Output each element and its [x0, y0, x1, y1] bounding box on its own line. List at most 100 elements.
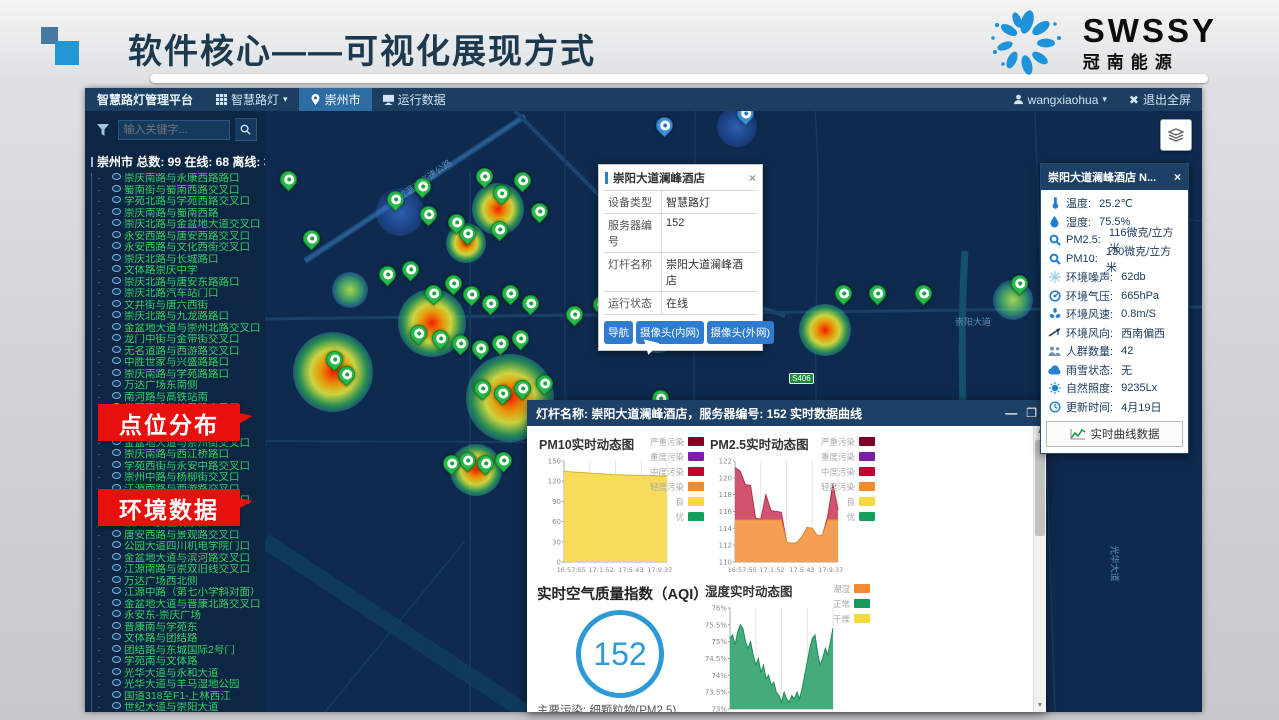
close-icon[interactable]: ×: [1174, 170, 1181, 184]
sidebar-item[interactable]: 晋康南与学苑东: [98, 622, 265, 634]
sidebar-item[interactable]: 崇庆南路与学苑路路口: [98, 369, 265, 381]
aqi-title: 实时空气质量指数（AQI）: [537, 583, 703, 604]
nav-item-0[interactable]: 智慧路灯▾: [205, 88, 299, 111]
sidebar-item[interactable]: 永安西路与文化西街交叉口: [98, 242, 265, 254]
legend-item: 中度污染: [821, 464, 875, 479]
minimize-icon[interactable]: —: [1005, 406, 1017, 420]
sidebar-item[interactable]: 永安东-崇庆广场: [98, 610, 265, 622]
chevron-down-icon: ▾: [1102, 94, 1107, 105]
sidebar-item-label: 永安西路与唐安西路交叉口: [124, 231, 250, 242]
sidebar-item[interactable]: 万达广场东南侧: [98, 380, 265, 392]
sidebar-item[interactable]: 光华大道与羊马湿地公园: [98, 679, 265, 691]
sidebar-item[interactable]: 崇庆南路与西江桥路口: [98, 449, 265, 461]
sidebar-item[interactable]: 南河路与高铁站南: [98, 392, 265, 404]
sidebar-item[interactable]: 文体路崇庆中学: [98, 265, 265, 277]
device-node-icon: [112, 380, 121, 387]
search-input[interactable]: [118, 120, 230, 140]
svg-text:17:9:37: 17:9:37: [647, 566, 672, 574]
env-label: PM2.5:: [1066, 234, 1104, 246]
legend-item: 优: [821, 509, 875, 524]
sidebar-item[interactable]: 崇庆北路与金盆地大道交叉口: [98, 219, 265, 231]
device-node-icon: [112, 173, 121, 180]
sidebar-item[interactable]: 崇庆北路与唐安东路路口: [98, 277, 265, 289]
env-value: 42: [1121, 345, 1133, 357]
svg-text:17:5:43: 17:5:43: [789, 566, 814, 574]
people-icon: [1048, 345, 1061, 358]
callout-point-distribution: 点位分布: [98, 404, 240, 441]
exit-fullscreen-icon: ✖: [1129, 93, 1139, 107]
sidebar-item[interactable]: 江源南路与崇双旧线交叉口: [98, 564, 265, 576]
pm-icon: [1048, 234, 1061, 247]
svg-text:16:57:55: 16:57:55: [557, 566, 586, 574]
device-node-icon: [112, 242, 121, 249]
tree-root-node[interactable]: 崇州市 总数: 99 在线: 68 离线: 31: [85, 147, 265, 173]
sidebar-item[interactable]: 崇州中路与杨柳街交叉口: [98, 472, 265, 484]
popup-scrollbar[interactable]: ▲ ▼: [1033, 426, 1046, 712]
device-popup-title: 崇阳大道澜峰酒店: [613, 170, 705, 186]
sun-icon: [1048, 382, 1061, 395]
svg-text:112: 112: [719, 542, 732, 550]
sidebar-item[interactable]: 崇庆北路与九龙路路口: [98, 311, 265, 323]
sidebar-item-label: 永安东-崇庆广场: [124, 610, 201, 621]
environment-panel: 崇阳大道澜峰酒店 N... × 温度: 25.2℃湿度: 75.5%PM2.5:…: [1040, 163, 1189, 454]
sidebar-item[interactable]: 公园大道四川机电学院门口: [98, 541, 265, 553]
exit-fullscreen-button[interactable]: ✖ 退出全屏: [1118, 91, 1202, 108]
sidebar-item[interactable]: 崇庆北路与长城路口: [98, 254, 265, 266]
camera-external-button[interactable]: 摄像头(外网): [707, 321, 775, 344]
filter-icon[interactable]: [93, 120, 113, 140]
sidebar-item[interactable]: 学苑西街与永安中路交叉口: [98, 461, 265, 473]
nav-item-2[interactable]: 运行数据: [372, 88, 457, 111]
sidebar-item[interactable]: 金盆地大道与晋康北路交叉口: [98, 599, 265, 611]
sidebar-item[interactable]: 崇庆南路与永康西路路口: [98, 173, 265, 185]
map-layers-button[interactable]: [1160, 119, 1192, 151]
sidebar-item[interactable]: 崇庆南路与蜀南西路: [98, 208, 265, 220]
env-value: 25.2℃: [1099, 197, 1133, 210]
sidebar-item[interactable]: 金盆地大道与崇州北路交叉口: [98, 323, 265, 335]
sidebar-item[interactable]: 团结路与东城国际2号门: [98, 645, 265, 657]
sidebar-item-label: 金盆地大道与崇州北路交叉口: [124, 323, 261, 334]
sidebar-item[interactable]: 文体路与团结路: [98, 633, 265, 645]
nav-item-1[interactable]: 崇州市: [299, 88, 372, 111]
sidebar-item[interactable]: 永安西路与唐安西路交叉口: [98, 231, 265, 243]
svg-text:114: 114: [719, 525, 733, 533]
sidebar-item[interactable]: 文井街与唐六西街: [98, 300, 265, 312]
device-node-icon: [112, 219, 121, 226]
sidebar-item[interactable]: 崇庆北路汽车站门口: [98, 288, 265, 300]
wind-direction-icon: [1048, 326, 1061, 339]
sidebar-item[interactable]: 唐安西路与景观路交叉口: [98, 530, 265, 542]
sidebar-item[interactable]: 无名道路与西游路交叉口: [98, 346, 265, 358]
sidebar-item[interactable]: 金盆地大道与滨河路交叉口: [98, 553, 265, 565]
collapse-icon[interactable]: [91, 157, 93, 167]
sidebar-item[interactable]: 龙门中街与金带街交叉口: [98, 334, 265, 346]
scrollbar-thumb[interactable]: [1035, 440, 1045, 536]
sidebar-item[interactable]: 万达广场西北侧: [98, 576, 265, 588]
sidebar-item[interactable]: 世纪大道与崇阳大道: [98, 702, 265, 712]
svg-text:122: 122: [719, 458, 732, 466]
sidebar-item[interactable]: 学苑北路与学苑西路交叉口: [98, 196, 265, 208]
top-navbar: 智慧路灯管理平台 智慧路灯▾崇州市运行数据 wangxiaohua ▾ ✖ 退出…: [85, 88, 1202, 111]
restore-icon[interactable]: ❐: [1026, 406, 1037, 420]
realtime-curve-button[interactable]: 实时曲线数据: [1046, 421, 1183, 447]
env-label: 温度:: [1066, 195, 1094, 211]
sidebar-item[interactable]: 光华大道与永和大道: [98, 668, 265, 680]
env-value: 4月19日: [1121, 399, 1161, 415]
sidebar-item[interactable]: 江源中路（第七小学斜对面）: [98, 587, 265, 599]
sidebar-item-label: 南河路与高铁站南: [124, 392, 208, 403]
scroll-down-arrow[interactable]: ▼: [1034, 700, 1046, 712]
env-label: 雨雪状态:: [1066, 362, 1116, 378]
device-node-icon: [112, 334, 121, 341]
search-icon[interactable]: [235, 118, 257, 141]
environment-row: 更新时间: 4月19日: [1041, 398, 1188, 417]
sidebar-item[interactable]: 蜀南街与蜀南西路交叉口: [98, 185, 265, 197]
env-label: 人群数量:: [1066, 343, 1116, 359]
svg-text:60: 60: [552, 518, 561, 526]
navigate-button[interactable]: 导航: [604, 321, 633, 344]
close-icon[interactable]: ×: [749, 173, 756, 183]
legend-item: 正常: [833, 596, 870, 611]
sidebar-item-label: 学苑西街与永安中路交叉口: [124, 461, 250, 472]
sidebar-item[interactable]: 国道318至F1-上林西江: [98, 691, 265, 703]
env-label: 更新时间:: [1066, 399, 1116, 415]
user-menu[interactable]: wangxiaohua ▾: [1002, 93, 1118, 107]
sidebar-item[interactable]: 中胜世家与兴盛路路口: [98, 357, 265, 369]
sidebar-item[interactable]: 学苑南与文体路: [98, 656, 265, 668]
